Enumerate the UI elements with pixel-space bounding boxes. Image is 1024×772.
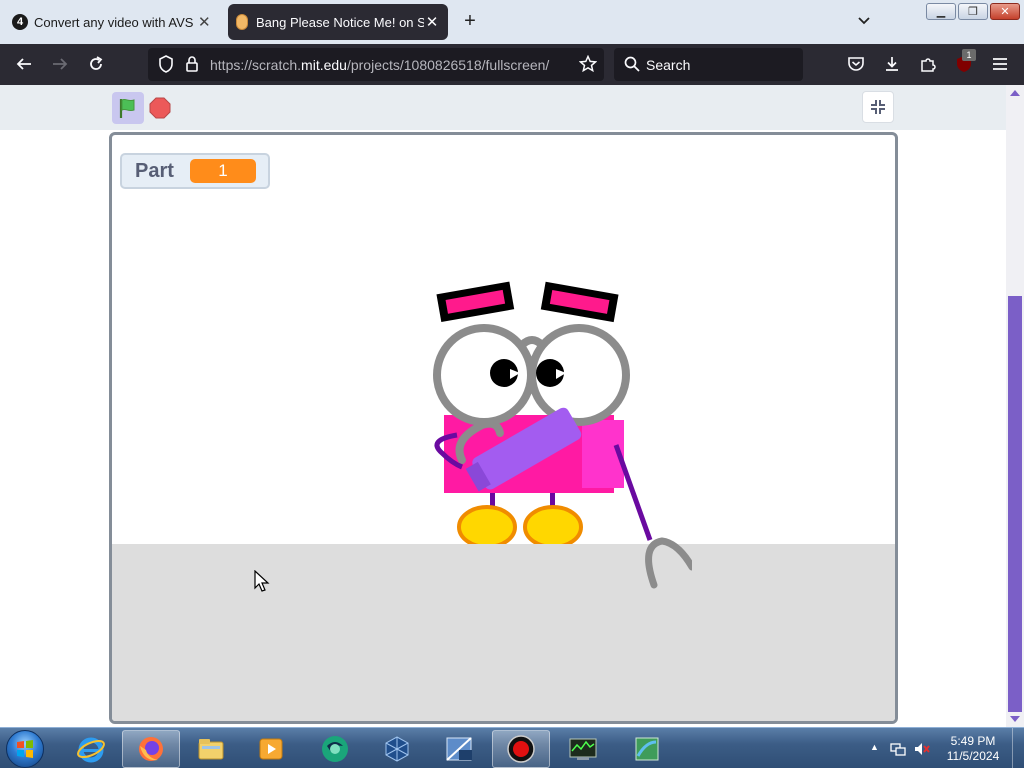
green-flag-icon bbox=[119, 98, 135, 118]
windows-taskbar: ▲ 5:49 PM 11/5/2024 bbox=[0, 727, 1024, 769]
taskbar-xp-mode[interactable] bbox=[430, 730, 488, 768]
maps-app-icon bbox=[635, 737, 659, 761]
search-icon bbox=[620, 52, 644, 76]
network-icon[interactable] bbox=[890, 741, 906, 757]
stop-octagon-icon bbox=[149, 97, 171, 119]
internet-explorer-icon bbox=[77, 737, 105, 763]
close-tab-icon[interactable]: ✕ bbox=[424, 13, 440, 31]
exit-fullscreen-icon bbox=[871, 100, 885, 114]
avs-converter-icon bbox=[322, 736, 348, 762]
reload-icon[interactable] bbox=[84, 52, 108, 76]
taskbar-avs-converter[interactable] bbox=[306, 730, 364, 768]
show-desktop-button[interactable] bbox=[1012, 728, 1024, 769]
clock-time: 5:49 PM bbox=[950, 734, 996, 748]
taskbar-screen-recorder[interactable] bbox=[492, 730, 550, 768]
exit-fullscreen-button[interactable] bbox=[862, 91, 894, 123]
page-scrollbar[interactable] bbox=[1006, 85, 1024, 727]
taskbar-internet-explorer[interactable] bbox=[62, 730, 120, 768]
taskbar-task-manager[interactable] bbox=[554, 730, 612, 768]
avs-video-converter-favicon-icon: 4 bbox=[12, 14, 28, 30]
bookmark-star-icon[interactable] bbox=[576, 52, 600, 76]
new-tab-plus-icon[interactable]: + bbox=[460, 10, 480, 33]
clock-date: 11/5/2024 bbox=[946, 749, 1000, 763]
green-flag-button[interactable] bbox=[112, 92, 144, 124]
scrollbar-thumb[interactable] bbox=[1008, 296, 1022, 712]
variable-value: 1 bbox=[190, 159, 256, 183]
taskbar-firefox[interactable] bbox=[122, 730, 180, 768]
downloads-icon[interactable] bbox=[880, 52, 904, 76]
close-tab-icon[interactable]: ✕ bbox=[197, 13, 212, 31]
address-bar[interactable]: https://scratch.mit.edu/projects/1080826… bbox=[148, 48, 604, 81]
system-clock[interactable]: 5:49 PM 11/5/2024 bbox=[940, 734, 1006, 764]
tab-avs-convert[interactable]: 4 Convert any video with AVS Free ✕ bbox=[4, 4, 220, 40]
media-player-icon bbox=[259, 738, 283, 760]
taskbar-media-player[interactable] bbox=[242, 730, 300, 768]
tracking-protection-shield-icon[interactable] bbox=[154, 52, 178, 76]
forward-arrow-icon[interactable] bbox=[48, 52, 72, 76]
scroll-down-arrow-icon[interactable] bbox=[1010, 715, 1020, 723]
tab-scratch-project[interactable]: Bang Please Notice Me! on Scratch ✕ bbox=[228, 4, 448, 40]
variable-name: Part bbox=[135, 159, 174, 182]
scratch-favicon-icon bbox=[236, 14, 248, 30]
mouse-pointer-icon bbox=[254, 570, 270, 592]
search-placeholder: Search bbox=[646, 57, 691, 73]
virtualbox-icon bbox=[385, 736, 409, 762]
hamburger-menu-icon[interactable] bbox=[988, 52, 1012, 76]
tab-title: Bang Please Notice Me! on Scratch bbox=[256, 14, 424, 30]
scroll-up-arrow-icon[interactable] bbox=[1010, 89, 1020, 97]
stop-button[interactable] bbox=[148, 96, 172, 120]
taskbar-virtualbox[interactable] bbox=[368, 730, 426, 768]
search-box[interactable]: Search bbox=[614, 48, 803, 81]
character-sprite[interactable] bbox=[422, 275, 692, 595]
windows-logo-icon bbox=[17, 740, 33, 758]
scratch-player-controls bbox=[0, 85, 1006, 130]
extensions-puzzle-icon[interactable] bbox=[916, 52, 940, 76]
browser-tab-strip: 4 Convert any video with AVS Free ✕ Bang… bbox=[0, 0, 1024, 44]
project-stage[interactable]: Part 1 bbox=[109, 132, 898, 724]
tab-title: Convert any video with AVS Free bbox=[34, 14, 197, 30]
browser-nav-toolbar: https://scratch.mit.edu/projects/1080826… bbox=[0, 44, 1024, 85]
screen-recorder-icon bbox=[507, 735, 535, 763]
variable-monitor[interactable]: Part 1 bbox=[120, 153, 270, 189]
start-button[interactable] bbox=[6, 730, 44, 768]
padlock-icon[interactable] bbox=[180, 52, 204, 76]
list-all-tabs-chevron-icon[interactable] bbox=[856, 12, 872, 28]
url-text[interactable]: https://scratch.mit.edu/projects/1080826… bbox=[210, 57, 549, 73]
extension-badge: 1 bbox=[962, 49, 976, 61]
window-minimize-button[interactable]: ▁ bbox=[926, 3, 956, 20]
firefox-icon bbox=[139, 737, 163, 761]
window-restore-button[interactable]: ❐ bbox=[958, 3, 988, 20]
show-hidden-icons-arrow-icon[interactable]: ▲ bbox=[870, 742, 879, 752]
taskbar-maps-app[interactable] bbox=[618, 730, 676, 768]
window-close-button[interactable]: ✕ bbox=[990, 3, 1020, 20]
windows-explorer-icon bbox=[198, 739, 224, 760]
xp-mode-icon bbox=[446, 737, 472, 761]
taskbar-windows-explorer[interactable] bbox=[182, 730, 240, 768]
task-manager-icon bbox=[569, 738, 597, 760]
volume-muted-icon[interactable] bbox=[914, 741, 930, 757]
back-arrow-icon[interactable] bbox=[12, 52, 36, 76]
pocket-icon[interactable] bbox=[844, 52, 868, 76]
